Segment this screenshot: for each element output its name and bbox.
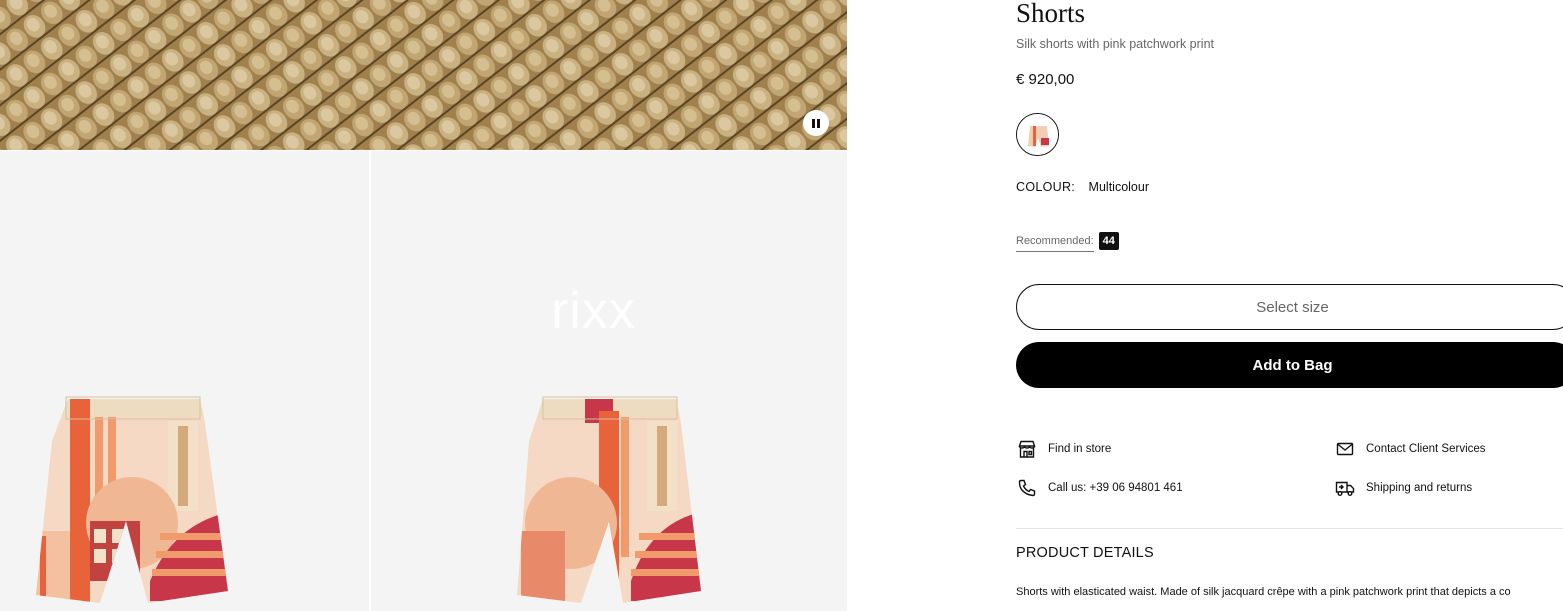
call-us-link[interactable]: Call us: +39 06 94801 461: [1016, 477, 1183, 499]
product-media-gallery: rixx: [0, 0, 847, 611]
colour-label: COLOUR:: [1016, 180, 1076, 194]
shipping-and-returns-link[interactable]: Shipping and returns: [1334, 477, 1472, 499]
recommended-size-link[interactable]: Recommended:: [1016, 235, 1094, 252]
mail-icon: [1334, 438, 1356, 460]
watermark-text: rixx: [551, 282, 636, 340]
product-info-panel: Shorts Silk shorts with pink patchwork p…: [1016, 0, 1563, 611]
product-photo-back[interactable]: rixx: [371, 151, 847, 611]
product-video[interactable]: [0, 0, 847, 150]
product-price: € 920,00: [1016, 71, 1075, 88]
shorts-back-image: [517, 396, 701, 603]
colour-value: Multicolour: [1088, 180, 1149, 194]
pause-icon: [811, 118, 821, 128]
find-in-store-label: Find in store: [1048, 443, 1112, 455]
colour-info: COLOUR: Multicolour: [1016, 180, 1149, 194]
product-details-heading[interactable]: PRODUCT DETAILS: [1016, 545, 1154, 561]
call-us-label: Call us: +39 06 94801 461: [1048, 482, 1183, 494]
product-details-text: Shorts with elasticated waist. Made of s…: [1016, 586, 1511, 598]
add-to-bag-button[interactable]: Add to Bag: [1016, 342, 1563, 388]
store-icon: [1016, 438, 1038, 460]
shorts-front-image: [36, 396, 228, 603]
phone-icon: [1016, 477, 1038, 499]
colour-swatch-multicolour[interactable]: [1016, 113, 1059, 156]
contact-client-services-link[interactable]: Contact Client Services: [1334, 438, 1486, 460]
recommended-size: Recommended: 44: [1016, 231, 1119, 252]
pause-button[interactable]: [803, 110, 829, 136]
product-subtitle: Silk shorts with pink patchwork print: [1016, 37, 1214, 51]
recommended-size-badge: 44: [1098, 231, 1119, 250]
product-photo-front[interactable]: [0, 151, 369, 611]
find-in-store-link[interactable]: Find in store: [1016, 438, 1111, 460]
woven-straw-texture: [0, 0, 847, 150]
truck-icon: [1334, 477, 1356, 499]
contact-client-services-label: Contact Client Services: [1366, 443, 1486, 455]
section-divider: [1016, 528, 1563, 529]
select-size-button[interactable]: Select size: [1016, 284, 1563, 330]
shipping-and-returns-label: Shipping and returns: [1366, 482, 1473, 494]
swatch-thumbnail: [1017, 114, 1058, 155]
product-title: Shorts: [1016, 0, 1086, 28]
